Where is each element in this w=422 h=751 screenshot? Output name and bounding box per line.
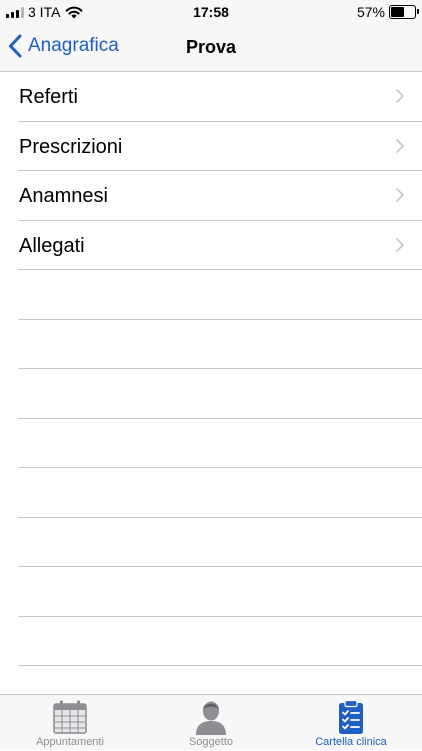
tab-label: Soggetto (188, 736, 234, 748)
list-item-label: Allegati (19, 234, 85, 257)
empty-list-row (18, 518, 422, 567)
list-item-anamnesi[interactable]: Anamnesi (18, 171, 422, 221)
list-item-referti[interactable]: Referti (18, 72, 422, 122)
empty-list-row (18, 320, 422, 369)
status-right: 57% (356, 4, 419, 20)
empty-list-row (18, 419, 422, 468)
empty-list-row (18, 369, 422, 419)
empty-rows (0, 270, 422, 716)
page-title: Prova (185, 37, 237, 57)
tab-label: Appuntamenti (36, 736, 104, 748)
list-item-prescrizioni[interactable]: Prescrizioni (18, 122, 422, 171)
battery-icon (389, 5, 419, 19)
list-item-label: Prescrizioni (19, 135, 123, 158)
list-item-label: Referti (19, 86, 78, 108)
chevron-right-icon (396, 138, 404, 153)
clipboard-checklist-icon (339, 699, 363, 734)
tab-bar: Appuntamenti Soggetto Cartella clinica (0, 694, 422, 750)
navigation-bar: Anagrafica Prova (0, 24, 422, 72)
battery-level-fill (391, 7, 405, 17)
chevron-right-icon (396, 89, 404, 103)
chevron-right-icon (396, 188, 404, 202)
tab-appuntamenti[interactable]: Appuntamenti (0, 695, 140, 751)
empty-list-row (18, 468, 422, 518)
battery-percentage: 57% (356, 4, 385, 20)
calendar-icon (53, 700, 87, 734)
person-icon (196, 701, 226, 735)
tab-label: Cartella clinica (315, 736, 387, 748)
medical-record-list: Referti Prescrizioni Anamnesi Allegati (0, 72, 422, 716)
empty-list-row (18, 617, 422, 666)
list-item-allegati[interactable]: Allegati (18, 221, 422, 270)
tab-cartella-clinica[interactable]: Cartella clinica (281, 695, 421, 751)
chevron-right-icon (396, 237, 404, 252)
tab-soggetto[interactable]: Soggetto (141, 695, 281, 751)
list-item-label: Anamnesi (19, 185, 108, 207)
status-bar: 3 ITA 17:58 57% (0, 0, 422, 24)
empty-list-row (18, 567, 422, 617)
empty-list-row (18, 270, 422, 320)
